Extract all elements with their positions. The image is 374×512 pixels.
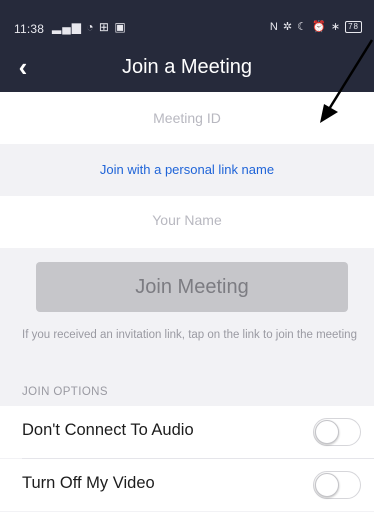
your-name-placeholder: Your Name bbox=[152, 212, 222, 228]
nfc-icon: N bbox=[269, 21, 279, 33]
wifi-icon: ◔ bbox=[86, 20, 95, 34]
status-left-icons: ▂▄▆ ◔ ⊞ ▣ bbox=[52, 20, 127, 34]
option-label-dont-connect-audio: Don't Connect To Audio bbox=[22, 421, 194, 439]
your-name-field[interactable]: Your Name bbox=[0, 196, 374, 248]
toggle-knob bbox=[315, 473, 339, 497]
turn-off-video-toggle[interactable] bbox=[313, 471, 361, 499]
network-icon: ⊞ bbox=[98, 20, 110, 34]
bluetooth-icon: ∗ bbox=[330, 21, 342, 33]
moon-icon: ☾ bbox=[297, 21, 308, 33]
join-meeting-button[interactable]: Join Meeting bbox=[36, 262, 348, 312]
option-row-turn-off-video[interactable]: Turn Off My Video bbox=[0, 459, 374, 511]
silent-icon: ✲ bbox=[282, 21, 294, 33]
gallery-notification-icon: ▣ bbox=[114, 20, 127, 34]
status-time: 11:38 bbox=[14, 22, 45, 36]
alarm-icon: ⏰ bbox=[312, 21, 327, 33]
title-bar: ‹ Join a Meeting bbox=[0, 42, 374, 92]
meeting-id-field[interactable]: Meeting ID bbox=[0, 92, 374, 144]
meeting-id-placeholder: Meeting ID bbox=[153, 110, 221, 126]
signal-icon: ▂▄▆ bbox=[52, 20, 82, 34]
dont-connect-audio-toggle[interactable] bbox=[313, 418, 361, 446]
toggle-knob bbox=[315, 420, 339, 444]
invitation-hint: If you received an invitation link, tap … bbox=[22, 329, 357, 341]
status-bar: 11:38 ▂▄▆ ◔ ⊞ ▣ N ✲ ☾ ⏰ ∗ 78 bbox=[0, 0, 374, 42]
join-options-header: JOIN OPTIONS bbox=[22, 386, 108, 398]
battery-icon: 78 bbox=[345, 21, 362, 34]
option-row-dont-connect-audio[interactable]: Don't Connect To Audio bbox=[0, 406, 374, 458]
option-label-turn-off-video: Turn Off My Video bbox=[22, 474, 155, 492]
status-right-icons: N ✲ ☾ ⏰ ∗ 78 bbox=[269, 20, 362, 34]
personal-link-name-link[interactable]: Join with a personal link name bbox=[0, 162, 374, 177]
page-title: Join a Meeting bbox=[121, 56, 253, 78]
